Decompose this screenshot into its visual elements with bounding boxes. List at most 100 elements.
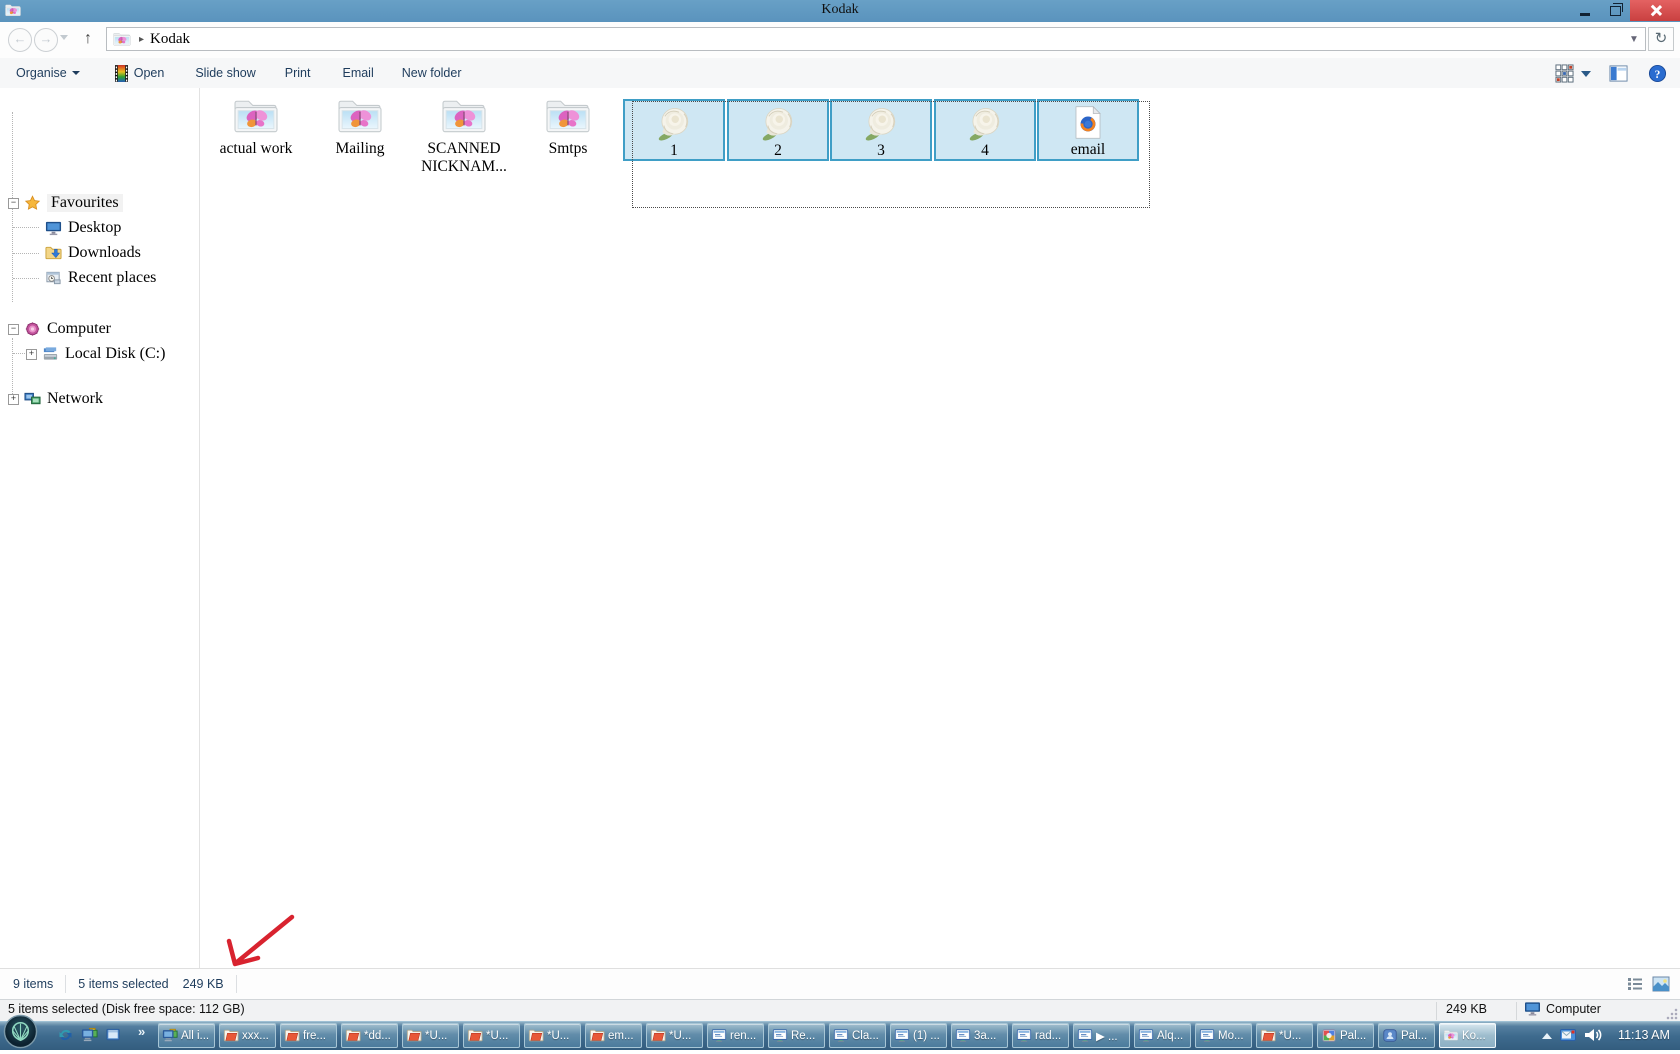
help-button[interactable]: ? <box>1648 64 1667 83</box>
taskbar-button-6[interactable]: *U... <box>524 1023 581 1048</box>
location-label: Computer <box>1546 1002 1601 1016</box>
restore-button[interactable] <box>1601 0 1629 21</box>
selected-file-email[interactable]: email <box>1037 99 1139 161</box>
taskbar-button-2[interactable]: fre... <box>280 1023 337 1048</box>
sidebar-item-network[interactable]: Network <box>8 388 103 410</box>
taskbar-button-5[interactable]: *U... <box>463 1023 520 1048</box>
taskbar-clock[interactable]: 11:13 AM <box>1612 1021 1676 1050</box>
taskbar-button-label: fre... <box>303 1030 326 1042</box>
taskbar-button-label: rad... <box>1035 1030 1061 1042</box>
print-button[interactable]: Print <box>285 66 311 80</box>
history-dropdown-icon[interactable] <box>60 35 68 40</box>
window-title: Kodak <box>0 2 1680 18</box>
sidebar-item-favourites[interactable]: Favourites <box>8 192 123 214</box>
browser-icon <box>772 1028 788 1043</box>
taskbar-button-16[interactable]: Alq... <box>1134 1023 1191 1048</box>
close-button[interactable] <box>1630 0 1680 21</box>
folder-mailing[interactable]: Mailing <box>310 96 410 158</box>
slide-show-button[interactable]: Slide show <box>195 66 255 80</box>
preview-pane-button[interactable] <box>1609 64 1628 83</box>
sidebar-item-downloads[interactable]: Downloads <box>40 242 141 264</box>
folder-scanned-nicknames[interactable]: SCANNED NICKNAM... <box>414 96 514 176</box>
folder-icon <box>345 1028 361 1043</box>
address-bar[interactable]: ▸ Kodak ▼ <box>106 27 1646 51</box>
computer-icon <box>24 321 41 337</box>
taskbar-button-8[interactable]: *U... <box>646 1023 703 1048</box>
taskbar-button-20[interactable]: Pal... <box>1378 1023 1435 1048</box>
change-view-button[interactable] <box>1555 64 1574 83</box>
status-divider <box>1436 1002 1437 1020</box>
network-label: Network <box>47 390 103 408</box>
taskbar-button-3[interactable]: *dd... <box>341 1023 398 1048</box>
expand-icon[interactable] <box>26 349 37 360</box>
folder-actual-work[interactable]: actual work <box>206 96 306 158</box>
new-folder-button[interactable]: New folder <box>402 66 462 80</box>
selection-count: 5 items selected <box>78 977 168 991</box>
file-name: email <box>1039 142 1137 158</box>
folder-smtps[interactable]: Smtps <box>518 96 618 158</box>
sidebar-item-recent-places[interactable]: Recent places <box>40 267 156 289</box>
sidebar-item-desktop[interactable]: Desktop <box>40 217 121 239</box>
refresh-button[interactable]: ↻ <box>1648 27 1674 51</box>
status-bar: 9 items 5 items selected 249 KB <box>0 968 1680 999</box>
organise-menu[interactable]: Organise <box>16 66 80 80</box>
details-view-button[interactable] <box>1626 976 1644 992</box>
resize-grip[interactable] <box>1666 1008 1678 1020</box>
taskbar-button-19[interactable]: Pal... <box>1317 1023 1374 1048</box>
sidebar-item-local-disk-c[interactable]: Local Disk (C:) <box>26 343 165 365</box>
sidebar-item-computer[interactable]: Computer <box>8 318 111 340</box>
tray-volume-icon[interactable] <box>1583 1027 1603 1043</box>
paltalk-color-icon <box>1321 1028 1337 1043</box>
thumbnail-view-button[interactable] <box>1652 976 1670 992</box>
taskbar-button-14[interactable]: rad... <box>1012 1023 1069 1048</box>
show-desktop-quicklaunch-icon[interactable] <box>105 1027 122 1043</box>
taskbar-button-9[interactable]: ren... <box>707 1023 764 1048</box>
selected-file-2[interactable]: 2 <box>727 99 829 161</box>
explorer-window: Kodak ← → ↑ ▸ Kodak ▼ ↻ Organise Open <box>0 0 1680 1050</box>
taskbar-button-11[interactable]: Cla... <box>829 1023 886 1048</box>
minimize-button[interactable] <box>1571 0 1599 21</box>
address-dropdown-icon[interactable]: ▼ <box>1623 34 1645 45</box>
main-area: Favourites Desktop Downloads Recent plac… <box>0 88 1680 968</box>
expand-icon[interactable] <box>8 394 19 405</box>
forward-button[interactable]: → <box>34 28 58 52</box>
taskbar-button-18[interactable]: *U... <box>1256 1023 1313 1048</box>
sync-quicklaunch-icon[interactable] <box>57 1027 74 1043</box>
folder-icon <box>1260 1028 1276 1043</box>
breadcrumb[interactable]: Kodak <box>150 31 190 48</box>
computer-quicklaunch-icon[interactable] <box>81 1027 98 1043</box>
browser-icon <box>1138 1028 1154 1043</box>
taskbar-button-13[interactable]: 3a... <box>951 1023 1008 1048</box>
selected-file-3[interactable]: 3 <box>830 99 932 161</box>
taskbar-button-0[interactable]: All i... <box>158 1023 215 1048</box>
collapse-icon[interactable] <box>8 198 19 209</box>
collapse-icon[interactable] <box>8 324 19 335</box>
quicklaunch-overflow-icon[interactable]: » <box>138 1024 145 1039</box>
email-button[interactable]: Email <box>342 66 373 80</box>
local-disk-label: Local Disk (C:) <box>65 345 165 363</box>
tray-expand-icon[interactable] <box>1542 1033 1552 1039</box>
selected-file-1[interactable]: 1 <box>623 99 725 161</box>
breadcrumb-separator-icon: ▸ <box>139 34 144 45</box>
downloads-folder-icon <box>45 245 62 261</box>
taskbar-button-21[interactable]: Ko... <box>1439 1023 1496 1048</box>
taskbar-button-1[interactable]: xxx... <box>219 1023 276 1048</box>
taskbar-button-10[interactable]: Re... <box>768 1023 825 1048</box>
taskbar-button-12[interactable]: (1) ... <box>890 1023 947 1048</box>
taskbar-button-15[interactable]: ▶ ... <box>1073 1023 1130 1048</box>
open-button[interactable]: Open <box>115 65 165 82</box>
taskbar-button-label: em... <box>608 1030 634 1042</box>
taskbar-button-4[interactable]: *U... <box>402 1023 459 1048</box>
up-button[interactable]: ↑ <box>78 28 98 50</box>
recent-places-icon <box>45 270 62 286</box>
taskbar-button-7[interactable]: em... <box>585 1023 642 1048</box>
taskbar-button-17[interactable]: Mo... <box>1195 1023 1252 1048</box>
view-dropdown-icon[interactable] <box>1581 71 1591 77</box>
file-name: 3 <box>832 143 930 159</box>
back-button[interactable]: ← <box>8 28 32 52</box>
file-list[interactable]: actual work Mailing SCANNED NICKNAM... S… <box>200 88 1680 968</box>
start-button[interactable] <box>3 1014 38 1049</box>
selected-file-4[interactable]: 4 <box>934 99 1036 161</box>
tray-mail-icon[interactable] <box>1559 1027 1577 1043</box>
butterfly-folder-icon <box>334 96 386 138</box>
